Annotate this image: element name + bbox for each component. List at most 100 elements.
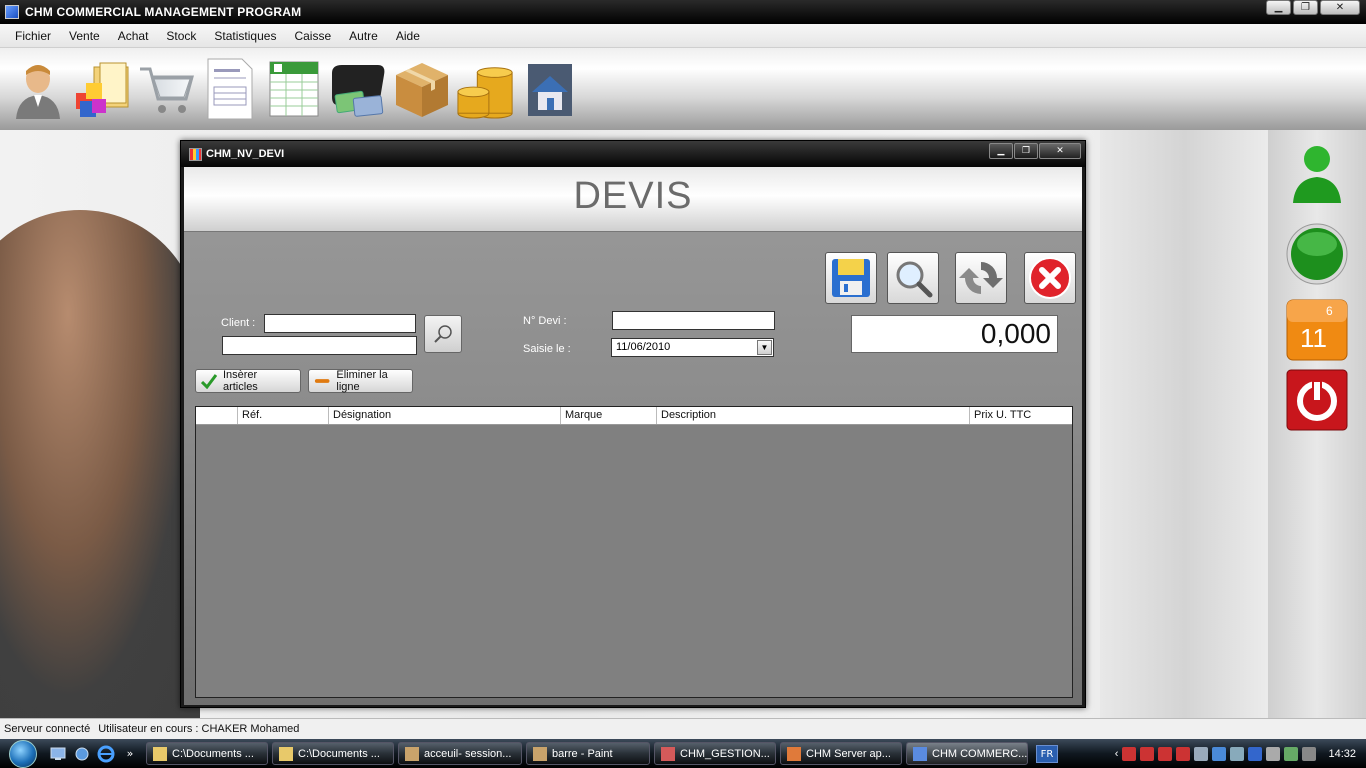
bluetooth-icon[interactable] bbox=[1248, 746, 1263, 761]
show-desktop-icon[interactable] bbox=[46, 744, 70, 764]
devis-restore-button[interactable]: ❐ bbox=[1014, 143, 1038, 159]
task-button-documents-2[interactable]: C:\Documents ... bbox=[272, 742, 394, 765]
menu-fichier[interactable]: Fichier bbox=[6, 29, 60, 43]
client-code-input[interactable] bbox=[264, 314, 416, 333]
column-header-prix[interactable]: Prix U. TTC bbox=[970, 407, 1072, 424]
task-button-chm-commercial[interactable]: CHM COMMERC... bbox=[906, 742, 1028, 765]
menu-stock[interactable]: Stock bbox=[157, 29, 205, 43]
magnifier-icon bbox=[896, 261, 933, 298]
menu-caisse[interactable]: Caisse bbox=[285, 29, 340, 43]
network-error-icon[interactable] bbox=[1140, 746, 1155, 761]
coins-icon[interactable] bbox=[456, 55, 516, 123]
user-icon[interactable] bbox=[8, 55, 68, 123]
calendar-month: 6 bbox=[1326, 304, 1333, 318]
minimize-button[interactable]: ▁ bbox=[1266, 0, 1291, 15]
column-header-description[interactable]: Description bbox=[657, 407, 970, 424]
paint-icon bbox=[533, 746, 547, 761]
display-icon[interactable] bbox=[1212, 746, 1227, 761]
devis-window-title: CHM_NV_DEVI bbox=[206, 148, 285, 160]
cardboard-box-icon[interactable] bbox=[392, 55, 452, 123]
status-light-icon[interactable] bbox=[1285, 222, 1349, 286]
save-button[interactable] bbox=[825, 252, 877, 304]
client-name-input[interactable] bbox=[222, 336, 417, 355]
background-photo bbox=[0, 210, 200, 718]
house-icon[interactable] bbox=[520, 55, 580, 123]
background-decor bbox=[1100, 130, 1270, 718]
task-button-chm-gestion[interactable]: CHM_GESTION... bbox=[654, 742, 776, 765]
close-button[interactable]: ✕ bbox=[1320, 0, 1360, 15]
network-error-icon[interactable] bbox=[1158, 746, 1173, 761]
devis-minimize-button[interactable]: ▁ bbox=[989, 143, 1013, 159]
task-button-paint[interactable]: barre - Paint bbox=[526, 742, 650, 765]
delete-line-label: Eliminer la ligne bbox=[336, 369, 388, 393]
battery-icon[interactable] bbox=[1284, 746, 1299, 761]
insert-articles-label: Insèrer articles bbox=[222, 369, 258, 393]
devi-number-input[interactable] bbox=[612, 311, 775, 330]
system-tray: ‹ 14:32 bbox=[1115, 746, 1366, 761]
tray-expand-icon[interactable]: ‹ bbox=[1115, 748, 1119, 760]
app-title: CHM COMMERCIAL MANAGEMENT PROGRAM bbox=[25, 5, 302, 19]
bluetooth-icon[interactable] bbox=[1194, 746, 1209, 761]
server-status: Serveur connecté bbox=[4, 723, 91, 735]
chevron-down-icon[interactable]: ▼ bbox=[757, 340, 772, 355]
column-header-select[interactable] bbox=[196, 407, 238, 424]
database-icon bbox=[661, 746, 675, 761]
printer-icon[interactable] bbox=[1230, 746, 1245, 761]
wallet-cards-icon[interactable] bbox=[328, 55, 388, 123]
floppy-disk-icon bbox=[832, 259, 870, 297]
date-picker[interactable]: 11/06/2010 ▼ bbox=[611, 338, 774, 357]
articles-grid[interactable]: Réf. Désignation Marque Description Prix… bbox=[195, 406, 1073, 698]
internet-explorer-icon[interactable] bbox=[94, 744, 118, 764]
document-form-icon[interactable] bbox=[200, 55, 260, 123]
menu-autre[interactable]: Autre bbox=[340, 29, 387, 43]
task-button-documents-1[interactable]: C:\Documents ... bbox=[146, 742, 268, 765]
menu-vente[interactable]: Vente bbox=[60, 29, 109, 43]
devi-number-label: N° Devi : bbox=[523, 315, 567, 327]
taskbar: » C:\Documents ... C:\Documents ... acce… bbox=[0, 739, 1366, 768]
devis-close-button[interactable]: ✕ bbox=[1039, 143, 1081, 159]
cancel-button[interactable] bbox=[1024, 252, 1076, 304]
switch-windows-icon[interactable] bbox=[70, 744, 94, 764]
side-panel: 6 11 bbox=[1268, 130, 1366, 718]
spreadsheet-icon[interactable] bbox=[264, 55, 324, 123]
app-title-bar: CHM COMMERCIAL MANAGEMENT PROGRAM ▁ ❐ ✕ bbox=[0, 0, 1366, 24]
column-header-marque[interactable]: Marque bbox=[561, 407, 657, 424]
menu-aide[interactable]: Aide bbox=[387, 29, 429, 43]
date-label: Saisie le : bbox=[523, 343, 571, 355]
power-icon[interactable] bbox=[1285, 368, 1349, 432]
language-indicator[interactable]: FR bbox=[1036, 744, 1058, 763]
products-folder-icon[interactable] bbox=[72, 55, 132, 123]
refresh-button[interactable] bbox=[955, 252, 1007, 304]
column-header-ref[interactable]: Réf. bbox=[238, 407, 329, 424]
paint-icon bbox=[405, 746, 419, 761]
task-button-acceuil[interactable]: acceuil- session... bbox=[398, 742, 522, 765]
column-header-designation[interactable]: Désignation bbox=[329, 407, 561, 424]
refresh-icon bbox=[959, 262, 1003, 294]
window-icon bbox=[189, 147, 202, 161]
green-user-icon[interactable] bbox=[1285, 140, 1349, 204]
grid-header: Réf. Désignation Marque Description Prix… bbox=[196, 407, 1072, 425]
delete-line-button[interactable]: Eliminer la ligne bbox=[308, 369, 413, 393]
calendar-icon[interactable]: 6 11 bbox=[1285, 298, 1349, 362]
clock[interactable]: 14:32 bbox=[1328, 748, 1356, 760]
search-icon bbox=[434, 325, 452, 343]
app-icon bbox=[5, 5, 19, 19]
power-options-icon[interactable] bbox=[1302, 746, 1317, 761]
quicklaunch-more-icon[interactable]: » bbox=[118, 744, 142, 764]
network-error-icon[interactable] bbox=[1122, 746, 1137, 761]
search-button[interactable] bbox=[887, 252, 939, 304]
security-alert-icon[interactable] bbox=[1176, 746, 1191, 761]
folder-icon bbox=[279, 746, 293, 761]
restore-button[interactable]: ❐ bbox=[1293, 0, 1318, 15]
shopping-cart-icon[interactable] bbox=[136, 55, 196, 123]
volume-icon[interactable] bbox=[1266, 746, 1281, 761]
total-amount: 0,000 bbox=[851, 315, 1058, 353]
insert-articles-button[interactable]: Insèrer articles bbox=[195, 369, 301, 393]
task-button-chm-server[interactable]: CHM Server ap... bbox=[780, 742, 902, 765]
start-button[interactable] bbox=[0, 739, 46, 768]
menu-statistiques[interactable]: Statistiques bbox=[205, 29, 285, 43]
client-search-button[interactable] bbox=[424, 315, 462, 353]
client-label: Client : bbox=[221, 317, 256, 329]
menu-achat[interactable]: Achat bbox=[109, 29, 158, 43]
toolbar bbox=[0, 48, 1366, 130]
